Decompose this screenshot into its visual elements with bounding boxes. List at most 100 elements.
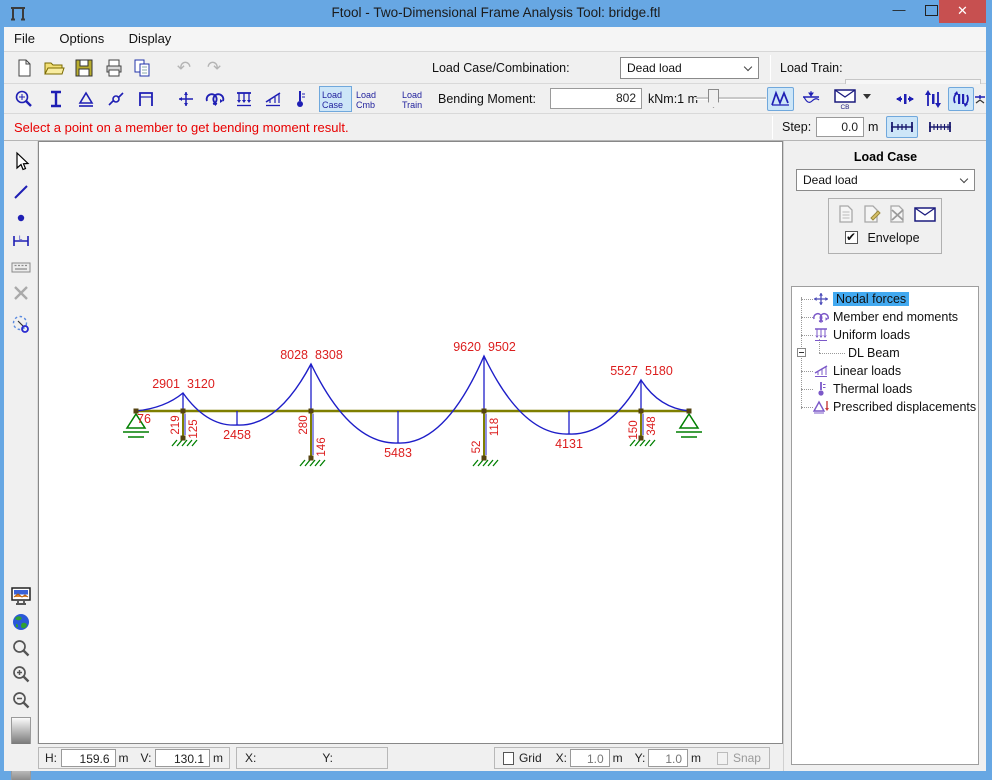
v-size-input[interactable]: 130.1 (155, 749, 210, 767)
window-title: Ftool - Two-Dimensional Frame Analysis T… (0, 5, 992, 20)
inspect-button[interactable] (12, 87, 36, 111)
zoom-out-button[interactable] (9, 688, 33, 712)
left-tool-column: L (4, 141, 38, 744)
transform-tool-button[interactable] (9, 313, 33, 337)
envelope-cb-icon: CB (832, 88, 858, 110)
grid-y-input[interactable]: 1.0 (648, 749, 688, 767)
save-file-button[interactable] (72, 56, 96, 80)
delete-load-case-button[interactable] (887, 203, 909, 225)
envelope-label: Envelope (867, 231, 919, 245)
grid-x-input[interactable]: 1.0 (570, 749, 610, 767)
zoom-in-button[interactable] (9, 662, 33, 686)
rotate-view-button[interactable] (948, 87, 974, 111)
linear-loads-button[interactable] (261, 87, 285, 111)
tree-item-uniform-loads[interactable]: Uniform loads (812, 326, 910, 344)
pan-horizontal-button[interactable] (892, 87, 918, 111)
frame-button[interactable] (134, 87, 158, 111)
scale-slider-thumb[interactable] (708, 89, 719, 108)
menu-display[interactable]: Display (119, 27, 182, 50)
insert-member-button[interactable] (9, 179, 33, 203)
undo-button[interactable]: ↶ (172, 56, 196, 80)
tree-item-linear-loads[interactable]: Linear loads (812, 362, 901, 380)
load-train-mode-button[interactable]: Load Train (399, 86, 432, 112)
maximize-button[interactable] (925, 5, 938, 16)
save-file-icon (74, 58, 94, 78)
thermal-loads-tree-icon (812, 381, 830, 397)
ftool-window: Ftool - Two-Dimensional Frame Analysis T… (0, 0, 992, 780)
print-icon (104, 58, 124, 78)
title-bar[interactable]: Ftool - Two-Dimensional Frame Analysis T… (0, 0, 992, 27)
member-results-button[interactable] (975, 93, 985, 105)
grid-y-label: Y: (635, 751, 646, 765)
tree-item-member-end-moments[interactable]: Member end moments (812, 308, 958, 326)
envelope-checkbox-row[interactable]: Envelope (845, 229, 920, 247)
tree-item-prescribed-displacements[interactable]: Prescribed displacements (812, 398, 976, 416)
fit-screen-button[interactable] (9, 584, 33, 608)
uniform-loads-tree-icon (812, 327, 830, 343)
grid-snap-group: Grid X: 1.0 m Y: 1.0 m Snap (494, 747, 770, 769)
svg-text:219: 219 (170, 415, 182, 434)
minimize-button[interactable]: — (888, 2, 910, 22)
v-label: V: (141, 751, 152, 765)
load-cmb-mode-button[interactable]: Load Cmb (353, 86, 386, 112)
menu-options[interactable]: Options (49, 27, 114, 50)
open-file-button[interactable] (42, 56, 66, 80)
member-end-moments-button[interactable] (203, 87, 227, 111)
envelope-checkbox[interactable] (845, 231, 858, 244)
load-case-combination-select[interactable]: Dead load (620, 57, 759, 79)
step-fine-button[interactable] (924, 116, 956, 138)
diagram-display-button[interactable] (767, 87, 794, 111)
envelope-toggle-button[interactable] (913, 203, 937, 225)
new-file-button[interactable] (12, 56, 36, 80)
tree-item-thermal-loads[interactable]: Thermal loads (812, 380, 912, 398)
hinge-button[interactable] (104, 87, 128, 111)
select-tool-button[interactable] (9, 149, 33, 173)
panel-header: Load Case (784, 150, 987, 164)
panel-load-case-select[interactable]: Dead load (796, 169, 975, 191)
keyboard-input-button[interactable] (9, 255, 33, 279)
zoom-window-button[interactable] (9, 636, 33, 660)
insert-node-button[interactable] (9, 205, 33, 229)
edit-load-case-button[interactable] (861, 203, 883, 225)
model-canvas[interactable]: 2901312021912580288308280146962095025211… (38, 141, 783, 744)
delete-button[interactable] (9, 281, 33, 305)
influence-line-button[interactable] (798, 87, 825, 111)
results-toolbar: Load Case Load Cmb Load Train Bending Mo… (4, 84, 986, 114)
load-case-mode-button[interactable]: Load Case (319, 86, 352, 112)
envelope-display-button[interactable]: CB (830, 87, 860, 111)
pointer-icon (11, 151, 31, 171)
pan-vertical-button[interactable] (920, 87, 946, 111)
thermal-loads-button[interactable] (291, 87, 309, 111)
world-view-button[interactable] (9, 610, 33, 634)
monitor-icon (10, 586, 32, 606)
scale-slider-track[interactable] (696, 97, 766, 100)
h-size-input[interactable]: 159.6 (61, 749, 116, 767)
print-button[interactable] (102, 56, 126, 80)
tree-expander[interactable] (797, 348, 806, 357)
step-fine-icon (927, 120, 953, 134)
tree-item-nodal-forces[interactable]: Nodal forces (812, 290, 909, 308)
step-input[interactable]: 0.0 (816, 117, 864, 137)
close-button[interactable]: ✕ (939, 0, 986, 23)
svg-text:76: 76 (137, 412, 151, 426)
linear-loads-tree-icon (812, 363, 830, 379)
new-load-case-button[interactable] (835, 203, 857, 225)
menu-file[interactable]: File (4, 27, 45, 50)
thermometer-icon (293, 89, 307, 109)
step-coarse-button[interactable] (886, 116, 918, 138)
cursor-coords-group: X: Y: (236, 747, 388, 769)
redo-button[interactable]: ↷ (202, 56, 226, 80)
grid-checkbox[interactable] (503, 752, 514, 765)
tree-item-dl-beam[interactable]: DL Beam (848, 344, 900, 362)
uniform-loads-button[interactable] (232, 87, 256, 111)
section-properties-button[interactable] (44, 87, 68, 111)
envelope-dropdown-caret[interactable] (863, 94, 871, 99)
open-file-icon (43, 58, 65, 78)
bending-moment-input[interactable]: 802 (550, 88, 642, 109)
dimension-tool-button[interactable]: L (9, 229, 33, 253)
copy-button[interactable] (130, 56, 154, 80)
supports-button[interactable] (74, 87, 98, 111)
delete-load-case-icon (889, 205, 907, 223)
snap-label: Snap (733, 751, 761, 765)
nodal-forces-button[interactable] (174, 87, 198, 111)
